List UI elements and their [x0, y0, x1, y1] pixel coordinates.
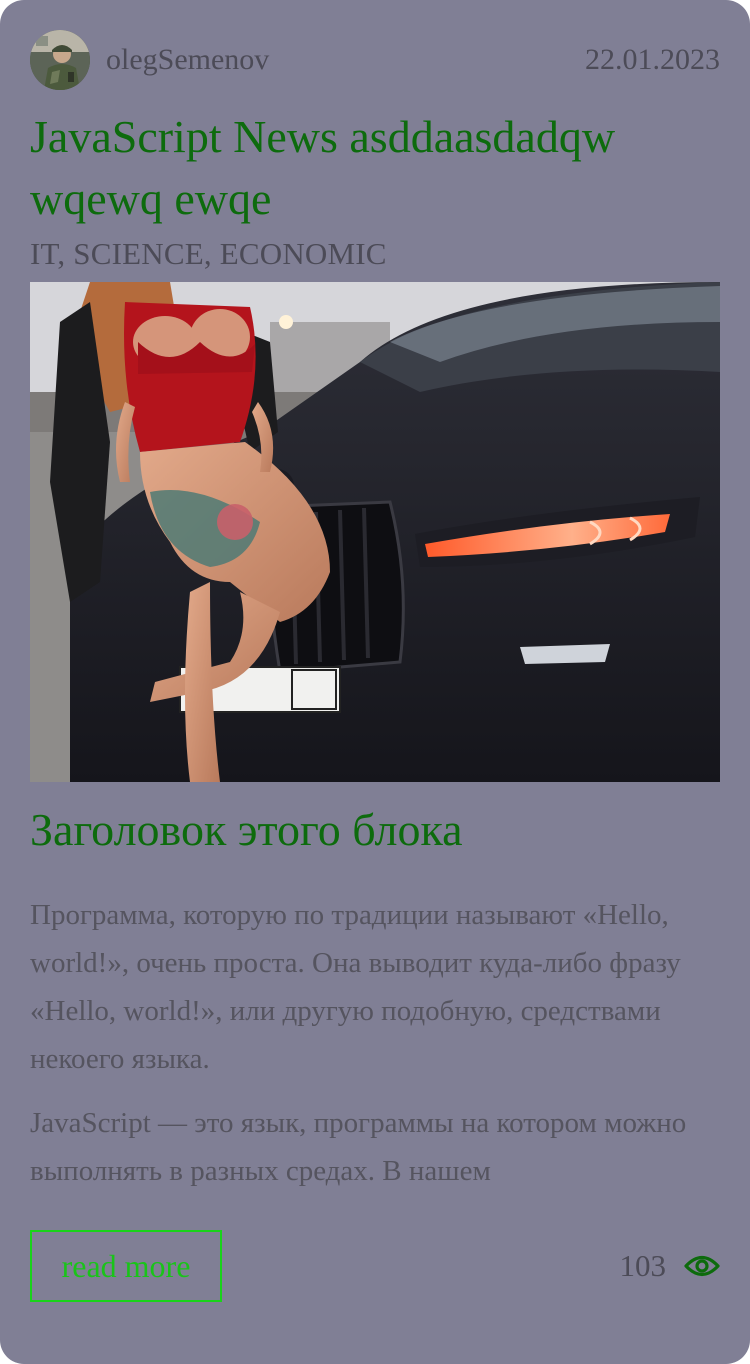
block-title: Заголовок этого блока [30, 804, 463, 855]
author-name[interactable]: olegSemenov [106, 43, 269, 77]
post-image [30, 282, 720, 782]
views-count: 103 [619, 1248, 667, 1283]
avatar[interactable] [30, 30, 90, 90]
post-image-illustration [30, 282, 720, 782]
post-date: 22.01.2023 [585, 43, 720, 76]
post-tags: IT, SCIENCE, ECONOMIC [30, 236, 387, 271]
views-counter: 103 [620, 1248, 721, 1284]
excerpt-paragraph: JavaScript — это язык, программы на кото… [30, 1107, 687, 1187]
eye-icon [684, 1253, 720, 1279]
excerpt-paragraph: Программа, которую по традиции называют … [30, 899, 681, 1075]
post-title[interactable]: JavaScript News asddaasdadqw wqewq ewqe [30, 106, 720, 230]
avatar-image [30, 30, 90, 90]
post-header: olegSemenov 22.01.2023 [30, 30, 720, 90]
post-card: olegSemenov 22.01.2023 JavaScript News a… [0, 0, 750, 1364]
post-excerpt: Программа, которую по традиции называют … [30, 891, 720, 1191]
author[interactable]: olegSemenov [30, 30, 269, 90]
read-more-button[interactable]: read more [30, 1230, 222, 1302]
post-footer: read more 103 [30, 1229, 720, 1303]
